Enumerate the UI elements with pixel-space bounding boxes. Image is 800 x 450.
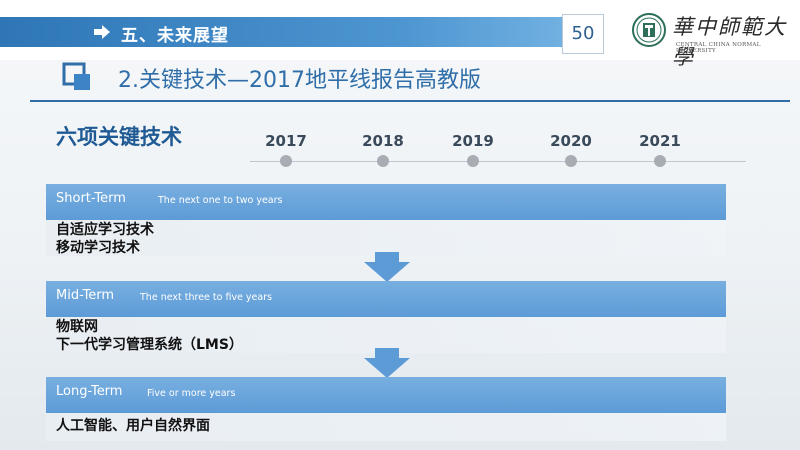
slide-title: 2.关键技术—2017地平线报告高教版 [118, 68, 481, 93]
short-term-bar: Short-Term The next one to two years [46, 184, 726, 220]
term-name: Short-Term [56, 191, 126, 206]
timeline-dot [565, 155, 577, 167]
list-item: 人工智能、用户自然界面 [56, 418, 210, 434]
timeline-year: 2021 [639, 132, 681, 150]
arrow-down-icon [364, 348, 410, 378]
university-name-en: CENTRAL CHINA NORMAL UNIVERSITY [676, 42, 761, 54]
list-item: 物联网 [56, 319, 98, 335]
timeline-dot [280, 155, 292, 167]
list-item: 下一代学习管理系统（LMS） [56, 337, 243, 353]
timeline-dot [377, 155, 389, 167]
short-term-items: 自适应学习技术 移动学习技术 [46, 220, 726, 256]
term-name: Mid-Term [56, 288, 115, 303]
timeline-year: 2017 [265, 132, 307, 150]
list-item: 移动学习技术 [56, 240, 140, 256]
slide-subtitle: 六项关键技术 [56, 125, 182, 149]
timeline-dot [654, 155, 666, 167]
university-emblem-icon [632, 13, 666, 47]
timeline-year: 2018 [362, 132, 404, 150]
slide-title-icon [62, 62, 90, 90]
section-band [0, 17, 575, 47]
term-name: Long-Term [56, 384, 123, 399]
timeline-dot [467, 155, 479, 167]
timeline-year: 2020 [550, 132, 592, 150]
title-divider [30, 100, 790, 102]
arrow-down-icon [364, 252, 410, 282]
arrow-right-icon [94, 25, 110, 39]
section-title: 五、未来展望 [121, 26, 229, 46]
mid-term-bar: Mid-Term The next three to five years [46, 281, 726, 317]
term-description: Five or more years [147, 388, 236, 399]
university-name-cn: 華中師範大學 [672, 15, 787, 69]
list-item: 自适应学习技术 [56, 222, 154, 238]
page-number: 50 [562, 14, 604, 54]
term-description: The next three to five years [140, 292, 273, 303]
term-description: The next one to two years [158, 195, 283, 206]
long-term-items: 人工智能、用户自然界面 [46, 413, 726, 441]
timeline-line [250, 161, 746, 162]
timeline-year: 2019 [452, 132, 494, 150]
long-term-bar: Long-Term Five or more years [46, 377, 726, 413]
